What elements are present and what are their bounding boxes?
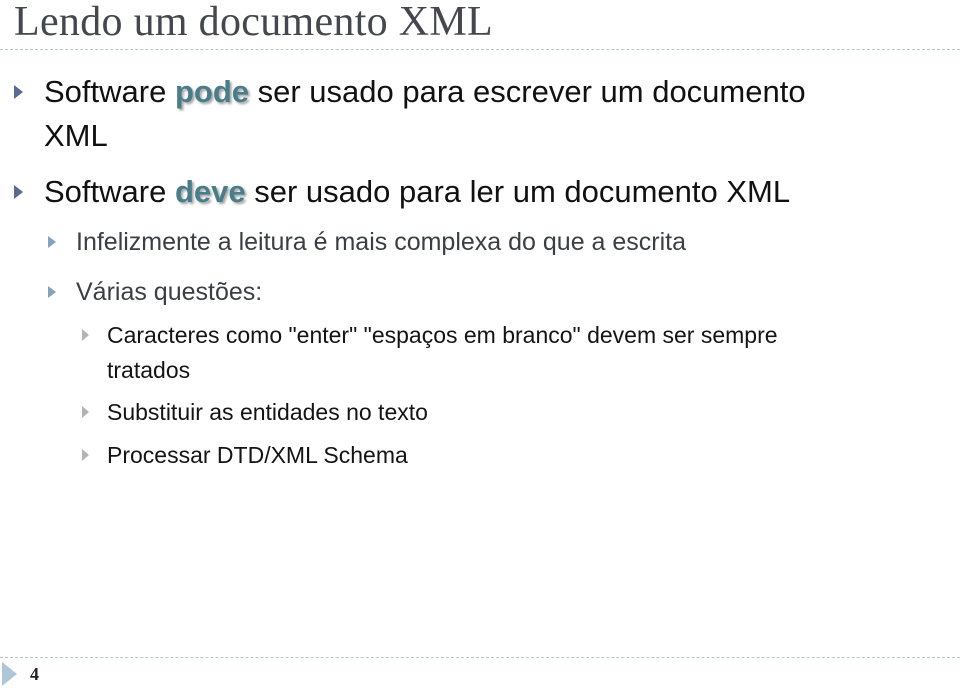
- emphasis-pode: pode: [174, 74, 250, 109]
- sub-bullet-text: Infelizmente a leitura é mais complexa d…: [76, 228, 687, 256]
- bullet-prefix: Software: [44, 174, 175, 209]
- sub-sub-bullet-text-line1: Caracteres como "enter" "espaços em bran…: [107, 322, 778, 348]
- footer-arrow-icon: [2, 662, 17, 686]
- bullet-arrow-icon: [48, 236, 56, 248]
- bullet-suffix: ser usado para ler um documento XML: [245, 174, 791, 209]
- bullet-arrow-icon: [14, 185, 23, 199]
- bullet-arrow-icon: [14, 85, 23, 99]
- sub-bullet-text: Várias questões:: [76, 278, 263, 306]
- sub-sub-bullet-text-line2: tratados: [107, 357, 191, 383]
- sub-sub-bullet-text: Substituir as entidades no texto: [107, 399, 428, 425]
- bullet-prefix: Software: [44, 74, 175, 109]
- slide-title: Lendo um documento XML: [14, 0, 494, 45]
- bullet-arrow-icon: [82, 406, 89, 418]
- bullet-suffix: ser usado para escrever um documento: [249, 74, 806, 109]
- bullet-arrow-icon: [82, 329, 89, 341]
- sub-sub-bullet-text: Processar DTD/XML Schema: [107, 442, 408, 468]
- bullet-arrow-icon: [48, 286, 56, 298]
- page-number: 4: [30, 664, 39, 684]
- bullet-arrow-icon: [82, 449, 89, 461]
- title-divider: [0, 49, 960, 50]
- emphasis-deve: deve: [174, 174, 246, 209]
- bullet-continuation: XML: [44, 118, 108, 153]
- footer-divider: [0, 657, 960, 658]
